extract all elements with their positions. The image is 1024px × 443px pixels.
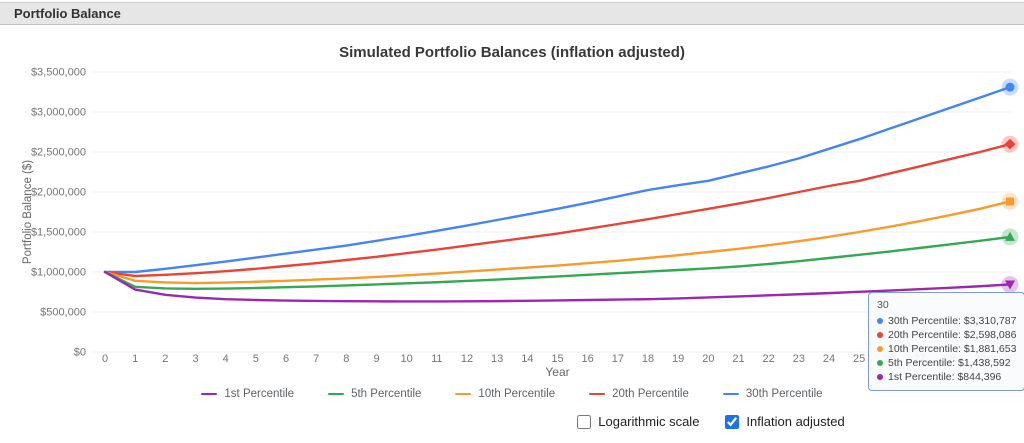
y-grid-and-labels: $0 $500,000 $1,000,000 $1,500,000 $2,000,000…: [31, 67, 1012, 359]
series-line-20th-percentile: [105, 144, 1010, 276]
svg-text:$0: $0: [74, 347, 86, 359]
tooltip-row-text: 20th Percentile: $2,598,086: [888, 328, 1016, 342]
logarithmic-scale-label: Logarithmic scale: [598, 414, 699, 429]
legend-label: 30th Percentile: [746, 388, 823, 400]
tooltip-row-10th-percentile: 10th Percentile: $1,881,653: [877, 342, 1016, 356]
svg-text:$500,000: $500,000: [40, 307, 86, 319]
svg-text:14: 14: [521, 353, 533, 365]
tooltip-dot-icon: [877, 346, 883, 352]
svg-text:10: 10: [401, 353, 413, 365]
svg-text:5: 5: [253, 353, 259, 365]
svg-text:18: 18: [642, 353, 654, 365]
legend-item-5th-percentile[interactable]: 5th Percentile: [328, 388, 421, 400]
svg-text:15: 15: [551, 353, 563, 365]
tooltip-dot-icon: [877, 318, 883, 324]
tooltip-x-value: 30: [877, 298, 1016, 312]
end-marker-30th-percentile[interactable]: [1002, 79, 1019, 96]
legend-item-1st-percentile[interactable]: 1st Percentile: [201, 388, 294, 400]
tooltip-row-20th-percentile: 20th Percentile: $2,598,086: [877, 328, 1016, 342]
end-marker-10th-percentile[interactable]: [1002, 193, 1019, 210]
svg-text:9: 9: [373, 353, 379, 365]
logarithmic-scale-control[interactable]: Logarithmic scale: [577, 414, 699, 429]
tooltip-row-text: 10th Percentile: $1,881,653: [888, 342, 1016, 356]
svg-text:$3,000,000: $3,000,000: [31, 107, 86, 119]
svg-text:20: 20: [702, 353, 714, 365]
svg-text:22: 22: [763, 353, 775, 365]
legend-label: 10th Percentile: [478, 388, 555, 400]
svg-text:24: 24: [823, 353, 835, 365]
legend-line-swatch: [201, 393, 217, 396]
end-marker-5th-percentile[interactable]: [1002, 228, 1019, 245]
legend-item-10th-percentile[interactable]: 10th Percentile: [455, 388, 555, 400]
svg-text:$2,000,000: $2,000,000: [31, 187, 86, 199]
tooltip-row-text: 30th Percentile: $3,310,787: [888, 314, 1016, 328]
legend-line-swatch: [328, 393, 344, 396]
svg-text:19: 19: [672, 353, 684, 365]
legend-item-30th-percentile[interactable]: 30th Percentile: [723, 388, 823, 400]
legend-line-swatch: [723, 393, 739, 396]
end-marker-1st-percentile[interactable]: [1002, 276, 1019, 293]
svg-text:1: 1: [132, 353, 138, 365]
y-axis-title: Portfolio Balance ($): [22, 160, 34, 264]
legend-line-swatch: [455, 393, 471, 396]
tooltip-dot-icon: [877, 374, 883, 380]
logarithmic-scale-checkbox[interactable]: [577, 415, 591, 429]
svg-text:2: 2: [162, 353, 168, 365]
legend-label: 20th Percentile: [612, 388, 689, 400]
svg-text:21: 21: [732, 353, 744, 365]
svg-text:16: 16: [582, 353, 594, 365]
svg-text:6: 6: [283, 353, 289, 365]
legend-line-swatch: [589, 393, 605, 396]
end-marker-20th-percentile[interactable]: [1002, 136, 1019, 153]
series-line-30th-percentile: [105, 87, 1010, 272]
inflation-adjusted-checkbox[interactable]: [725, 415, 739, 429]
svg-text:11: 11: [431, 353, 442, 365]
chart-controls: Logarithmic scale Inflation adjusted: [199, 414, 1024, 429]
tooltip-row-5th-percentile: 5th Percentile: $1,438,592: [877, 356, 1016, 370]
svg-text:13: 13: [491, 353, 503, 365]
svg-text:7: 7: [313, 353, 319, 365]
legend-item-20th-percentile[interactable]: 20th Percentile: [589, 388, 689, 400]
inflation-adjusted-label: Inflation adjusted: [746, 414, 844, 429]
legend-label: 1st Percentile: [224, 388, 294, 400]
svg-text:$1,000,000: $1,000,000: [31, 267, 86, 279]
svg-text:$1,500,000: $1,500,000: [31, 227, 86, 239]
svg-text:12: 12: [461, 353, 473, 365]
x-axis-title: Year: [545, 365, 569, 379]
inflation-adjusted-control[interactable]: Inflation adjusted: [725, 414, 844, 429]
tooltip-row-text: 5th Percentile: $1,438,592: [888, 356, 1011, 370]
svg-text:4: 4: [223, 353, 229, 365]
chart-tooltip: 30 30th Percentile: $3,310,78720th Perce…: [868, 292, 1024, 391]
svg-text:25: 25: [853, 353, 865, 365]
svg-text:3: 3: [192, 353, 198, 365]
tooltip-dot-icon: [877, 360, 883, 366]
svg-text:$2,500,000: $2,500,000: [31, 147, 86, 159]
tooltip-row-1st-percentile: 1st Percentile: $844,396: [877, 370, 1016, 384]
svg-text:23: 23: [793, 353, 805, 365]
svg-text:17: 17: [612, 353, 624, 365]
legend-label: 5th Percentile: [351, 388, 421, 400]
svg-text:$3,500,000: $3,500,000: [31, 67, 86, 79]
tooltip-dot-icon: [877, 332, 883, 338]
tooltip-row-text: 1st Percentile: $844,396: [888, 370, 1001, 384]
tooltip-row-30th-percentile: 30th Percentile: $3,310,787: [877, 314, 1016, 328]
svg-text:8: 8: [343, 353, 349, 365]
svg-text:0: 0: [102, 353, 108, 365]
